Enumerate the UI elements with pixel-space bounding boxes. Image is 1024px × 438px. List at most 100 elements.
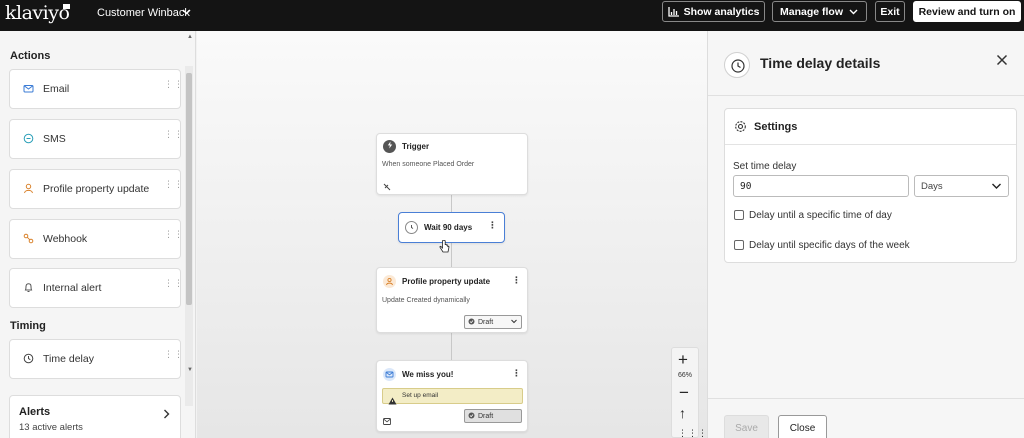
- delay-unit: Days: [921, 180, 943, 192]
- panel-title: Time delay details: [760, 55, 881, 71]
- action-time-delay[interactable]: Time delay ⋮⋮: [9, 339, 183, 379]
- close-button[interactable]: Close: [778, 415, 827, 438]
- actions-heading: Actions: [10, 50, 51, 62]
- manage-flow-label: Manage flow: [779, 5, 843, 18]
- clock-icon: [724, 52, 750, 78]
- connector-line: [451, 195, 452, 212]
- close-icon[interactable]: [996, 53, 1008, 71]
- scroll-up-icon[interactable]: ▲: [187, 34, 193, 40]
- status-dropdown[interactable]: Draft: [464, 315, 522, 329]
- exit-label: Exit: [880, 5, 900, 18]
- manage-flow-button[interactable]: Manage flow: [772, 1, 867, 22]
- show-analytics-label: Show analytics: [683, 5, 760, 18]
- days-of-week-checkbox[interactable]: [734, 240, 744, 250]
- review-and-turn-on-button[interactable]: Review and turn on: [913, 1, 1021, 22]
- klaviyo-logo[interactable]: klaviyo: [5, 2, 70, 24]
- zoom-in-button[interactable]: +: [678, 350, 688, 370]
- chevron-down-icon: [991, 181, 1002, 194]
- profile-update-node[interactable]: Profile property update ⋮ Update Created…: [376, 267, 528, 333]
- alerts-title: Alerts: [19, 406, 51, 418]
- mail-icon: [383, 368, 396, 381]
- lightning-icon: [383, 140, 396, 153]
- drag-handle-icon[interactable]: ⋮⋮: [164, 350, 183, 366]
- person-icon: [383, 275, 396, 288]
- chevron-right-icon: [162, 407, 171, 425]
- time-delay-panel: Time delay details Settings Set time del…: [707, 31, 1024, 438]
- chevron-down-icon[interactable]: [181, 6, 192, 20]
- person-icon: [22, 183, 35, 196]
- more-options-icon[interactable]: ⋮: [488, 220, 497, 231]
- trigger-subtitle: When someone Placed Order: [382, 161, 475, 168]
- time-of-day-label: Delay until a specific time of day: [749, 210, 892, 221]
- trigger-title: Trigger: [402, 142, 430, 151]
- zoom-out-button[interactable]: −: [679, 383, 689, 403]
- drag-handle-icon[interactable]: ⋮⋮: [164, 279, 183, 295]
- warning-icon: [388, 392, 397, 410]
- delay-value: 90: [740, 180, 752, 192]
- sidebar-scrollbar-thumb[interactable]: [186, 73, 192, 305]
- zoom-level: 66%: [677, 372, 692, 379]
- status-label: Draft: [478, 412, 494, 420]
- gear-icon: [734, 120, 747, 138]
- wait-node[interactable]: Wait 90 days ⋮: [398, 212, 505, 243]
- action-email-label: Email: [43, 83, 70, 95]
- logo-flag-icon: [63, 4, 70, 9]
- actions-sidebar: Actions Email ⋮⋮ SMS ⋮⋮ Profile property…: [0, 31, 196, 438]
- delay-value-input[interactable]: 90: [733, 175, 909, 197]
- fit-view-button[interactable]: ↑: [679, 405, 686, 421]
- email-title: We miss you!: [402, 370, 454, 379]
- days-of-week-label: Delay until specific days of the week: [749, 240, 910, 251]
- more-options-icon[interactable]: ⋮: [512, 275, 521, 286]
- exit-button[interactable]: Exit: [875, 1, 905, 22]
- timing-heading: Timing: [10, 320, 46, 332]
- action-sms-label: SMS: [43, 133, 66, 145]
- action-sms[interactable]: SMS ⋮⋮: [9, 119, 183, 159]
- filter-icon: [383, 178, 391, 196]
- email-node[interactable]: We miss you! ⋮ Set up email Draft: [376, 360, 528, 432]
- grid-icon[interactable]: ⋮⋮⋮: [678, 428, 708, 438]
- profile-update-title: Profile property update: [402, 277, 491, 286]
- action-profile-property-update[interactable]: Profile property update ⋮⋮: [9, 169, 183, 209]
- profile-update-subtitle: Update Created dynamically: [382, 297, 470, 304]
- divider: [708, 95, 1024, 96]
- review-label: Review and turn on: [918, 5, 1016, 18]
- save-button[interactable]: Save: [724, 415, 769, 438]
- scroll-down-icon[interactable]: ▼: [187, 367, 193, 373]
- alerts-card[interactable]: Alerts 13 active alerts: [9, 395, 181, 438]
- chevron-down-icon: [510, 317, 518, 327]
- close-label: Close: [789, 422, 816, 434]
- divider: [725, 144, 1016, 145]
- status-dropdown[interactable]: Draft: [464, 409, 522, 423]
- draft-icon: [468, 318, 475, 327]
- more-options-icon[interactable]: ⋮: [512, 368, 521, 379]
- drag-handle-icon[interactable]: ⋮⋮: [164, 180, 183, 196]
- delay-unit-select[interactable]: Days: [914, 175, 1009, 197]
- set-delay-label: Set time delay: [733, 161, 797, 172]
- drag-handle-icon[interactable]: ⋮⋮: [164, 230, 183, 246]
- settings-heading: Settings: [754, 121, 798, 133]
- trigger-node[interactable]: Trigger When someone Placed Order: [376, 133, 528, 195]
- hand-cursor-icon: [439, 239, 450, 259]
- time-of-day-checkbox[interactable]: [734, 210, 744, 220]
- action-webhook[interactable]: Webhook ⋮⋮: [9, 219, 183, 259]
- action-email[interactable]: Email ⋮⋮: [9, 69, 183, 109]
- wait-title: Wait 90 days: [424, 223, 473, 232]
- action-internal-alert[interactable]: Internal alert ⋮⋮: [9, 268, 183, 308]
- connector-line: [451, 333, 452, 360]
- action-time-delay-label: Time delay: [43, 353, 94, 365]
- settings-card: Settings Set time delay 90 Days Delay un…: [724, 108, 1017, 263]
- drag-handle-icon[interactable]: ⋮⋮: [164, 130, 183, 146]
- flow-canvas[interactable]: Trigger When someone Placed Order Wait 9…: [197, 31, 707, 438]
- flow-name[interactable]: Customer Winback: [97, 7, 190, 19]
- action-webhook-label: Webhook: [43, 233, 88, 245]
- clock-icon: [405, 221, 418, 234]
- chevron-down-icon: [849, 9, 858, 15]
- show-analytics-button[interactable]: Show analytics: [662, 1, 765, 22]
- warning-banner[interactable]: Set up email: [382, 388, 523, 405]
- drag-handle-icon[interactable]: ⋮⋮: [164, 80, 183, 96]
- bell-icon: [22, 282, 35, 295]
- bar-chart-icon: [667, 6, 679, 17]
- save-label: Save: [735, 422, 758, 434]
- mail-icon: [22, 83, 35, 96]
- webhook-icon: [22, 233, 35, 246]
